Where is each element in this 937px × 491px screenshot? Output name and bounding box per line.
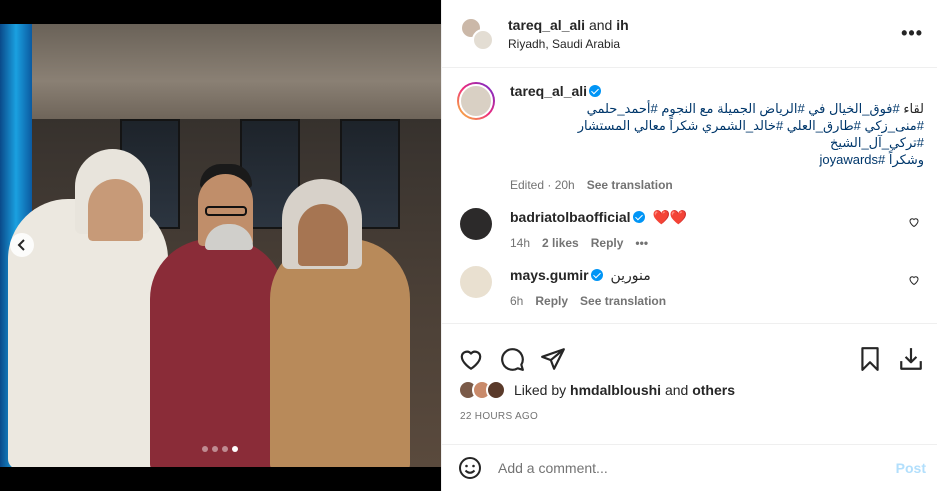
comments-list[interactable]: tareq_al_ali لقاء #فوق_الخيال في #الرياض… <box>442 68 937 323</box>
person-right-body <box>270 239 410 467</box>
comment-like-icon[interactable] <box>908 216 920 228</box>
post-location[interactable]: Riyadh, Saudi Arabia <box>508 37 901 51</box>
caption-username[interactable]: tareq_al_ali <box>510 83 587 99</box>
add-comment-input[interactable] <box>498 460 896 476</box>
post-media <box>0 0 441 491</box>
add-comment-bar: Post <box>442 444 937 491</box>
comment: badriatolbaofficial ❤️❤️ 14h 2 likes Rep… <box>460 208 924 252</box>
carousel-dot <box>222 446 228 452</box>
comment: mays.gumir منورين 6h Reply See translati… <box>460 266 924 310</box>
post-header: tareq_al_ali and ih Riyadh, Saudi Arabia… <box>442 0 937 68</box>
author-avatar[interactable] <box>457 82 495 120</box>
liked-by-and: and <box>664 382 689 398</box>
comment-more-button[interactable]: ••• <box>635 234 648 252</box>
author-username[interactable]: tareq_al_ali <box>508 17 585 33</box>
caption-text: لقاء #فوق_الخيال في #الرياض الجميلة مع ا… <box>510 100 924 168</box>
share-button[interactable] <box>540 346 566 372</box>
caption-line1-tags[interactable]: #فوق_الخيال في #الرياض الجميلة مع النجوم… <box>587 101 900 116</box>
liker-avatars[interactable] <box>458 380 506 400</box>
like-button[interactable] <box>458 346 484 372</box>
caption: tareq_al_ali لقاء #فوق_الخيال في #الرياض… <box>457 82 924 194</box>
comment-text: منورين <box>610 267 651 283</box>
liked-by-user[interactable]: hmdalbloushi <box>570 382 661 398</box>
liked-by: Liked by hmdalbloushi and others <box>458 380 735 400</box>
carousel-dot <box>202 446 208 452</box>
verified-badge-icon <box>589 85 602 97</box>
comment-text: ❤️❤️ <box>652 209 688 225</box>
ceiling-decor <box>0 24 441 119</box>
carousel-dot <box>212 446 218 452</box>
heart-icon <box>460 350 482 370</box>
carousel-prev-button[interactable] <box>10 233 34 257</box>
comment-time[interactable]: 6h <box>510 292 523 310</box>
post-timestamp[interactable]: 22 HOURS AGO <box>460 411 538 422</box>
more-horizontal-icon: ••• <box>901 23 923 43</box>
comment-username[interactable]: badriatolbaofficial <box>510 209 631 225</box>
person-right-face <box>298 204 348 266</box>
bookmark-icon <box>861 346 879 371</box>
reply-button[interactable]: Reply <box>535 292 568 310</box>
caption-meta: Edited · 20h See translation <box>510 176 673 194</box>
comment-time[interactable]: 14h <box>510 234 530 252</box>
caption-line1-plain: لقاء <box>903 101 924 116</box>
chevron-left-icon <box>17 239 25 251</box>
collaborator-username[interactable]: ih <box>616 17 628 33</box>
edited-label: Edited <box>510 178 545 192</box>
avatar <box>472 28 494 51</box>
save-button[interactable] <box>857 346 883 372</box>
emoji-icon[interactable] <box>458 456 482 480</box>
post-side-panel: tareq_al_ali and ih Riyadh, Saudi Arabia… <box>441 0 937 491</box>
collab-avatars[interactable] <box>460 16 494 51</box>
caption-time[interactable]: 20h <box>555 178 575 192</box>
verified-badge-icon <box>590 269 603 281</box>
comment-likes[interactable]: 2 likes <box>542 234 579 252</box>
comment-username[interactable]: mays.gumir <box>510 267 589 283</box>
commenter-avatar[interactable] <box>460 266 492 298</box>
download-button[interactable] <box>898 346 924 372</box>
carousel-indicator <box>202 446 238 452</box>
post-actions <box>442 323 937 379</box>
carousel-dot-active <box>232 446 238 452</box>
avatar <box>486 380 506 400</box>
verified-badge-icon <box>632 211 645 223</box>
see-translation-link[interactable]: See translation <box>587 176 673 194</box>
glasses <box>205 206 247 216</box>
commenter-avatar[interactable] <box>460 208 492 240</box>
comment-like-icon[interactable] <box>908 274 920 286</box>
comment-meta: 14h 2 likes Reply ••• <box>510 234 924 252</box>
send-icon <box>541 347 565 370</box>
download-icon <box>900 347 922 370</box>
comment-icon <box>501 347 524 371</box>
liked-by-others[interactable]: others <box>692 382 735 398</box>
post-authors: tareq_al_ali and ih <box>508 17 901 33</box>
post-comment-button[interactable]: Post <box>896 460 926 476</box>
liked-by-prefix: Liked by <box>514 382 567 398</box>
comment-meta: 6h Reply See translation <box>510 292 924 310</box>
caption-line3[interactable]: وشكراً #joyawards <box>819 152 924 167</box>
person-center-body <box>150 239 285 467</box>
post-photo <box>0 24 441 467</box>
comment-button[interactable] <box>499 346 525 372</box>
more-options-button[interactable]: ••• <box>901 23 923 44</box>
see-translation-link[interactable]: See translation <box>580 292 666 310</box>
reply-button[interactable]: Reply <box>591 234 624 252</box>
caption-line2[interactable]: #منى_زكي #طارق_العلي #خالد_الشمري شكراً … <box>578 118 924 150</box>
person-left-face <box>88 179 143 241</box>
authors-conjunction: and <box>588 16 613 33</box>
